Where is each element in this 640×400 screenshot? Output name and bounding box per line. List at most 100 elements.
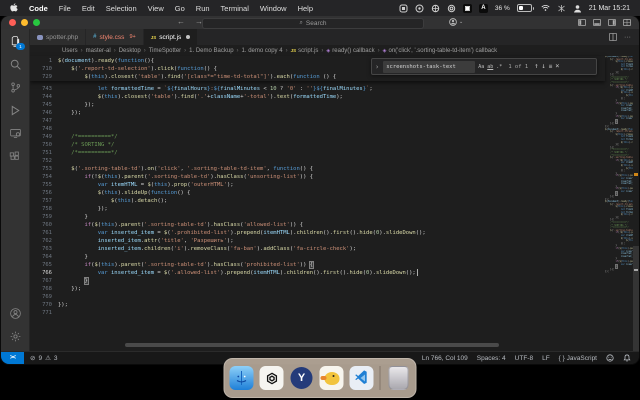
menu-terminal[interactable]: Terminal [221, 4, 249, 13]
menu-go[interactable]: Go [175, 4, 185, 13]
menu-run[interactable]: Run [196, 4, 210, 13]
menubar-app-icon-4[interactable] [447, 4, 456, 13]
extensions-icon[interactable] [8, 149, 22, 163]
indentation-setting[interactable]: Spaces: 4 [477, 355, 506, 362]
source-control-icon[interactable] [8, 80, 22, 94]
encoding-setting[interactable]: UTF-8 [515, 355, 533, 362]
menu-selection[interactable]: Selection [106, 4, 137, 13]
minimize-window-button[interactable] [21, 19, 28, 26]
nav-back-icon[interactable]: ← [177, 17, 185, 26]
account-button[interactable]: ⌄ [449, 18, 463, 26]
code-line-758[interactable]: 758 }); [30, 205, 599, 213]
code-line-744[interactable]: 744 $(this).closest('table').find('.'+cl… [30, 93, 599, 101]
code-line-764[interactable]: 764 } [30, 253, 599, 261]
code-line-769[interactable]: 769 [30, 293, 599, 301]
find-previous-icon[interactable]: ↑ [534, 63, 538, 70]
remote-indicator[interactable]: >< [1, 352, 24, 364]
yandex-dock-icon[interactable]: Y [290, 366, 314, 390]
input-source-icon[interactable]: A [478, 3, 488, 13]
code-line-753[interactable]: 753 $('.sorting-table-td').on('click', '… [30, 165, 599, 173]
modified-dot-icon[interactable] [186, 35, 191, 39]
code-line-755[interactable]: 755 var itemHTML = $(this).prop('outerHT… [30, 181, 599, 189]
code-line-745[interactable]: 745 }); [30, 101, 599, 109]
code-line-762[interactable]: 762 inserted_item.attr('title', 'Разреши… [30, 237, 599, 245]
feedback-icon[interactable] [606, 354, 614, 362]
tab-style-css[interactable]: # style.css 9+ [86, 29, 144, 45]
breadcrumb-item[interactable]: TimeSpotter [149, 48, 181, 54]
breadcrumb-item[interactable]: 1. Demo Backup [189, 48, 233, 54]
code-line-767[interactable]: 767 } [30, 277, 599, 285]
code-line-749[interactable]: 749 /*==========*/ [30, 133, 599, 141]
code-line-754[interactable]: 754 if(!$(this).parent('.sorting-table-t… [30, 173, 599, 181]
toggle-replace-icon[interactable]: › [375, 63, 379, 71]
run-debug-icon[interactable] [8, 103, 22, 117]
duck-app-dock-icon[interactable] [319, 366, 344, 390]
code-line-746[interactable]: 746 }); [30, 109, 599, 117]
code-line-763[interactable]: 763 inserted_item.children('i').removeCl… [30, 245, 599, 253]
find-next-icon[interactable]: ↓ [541, 63, 545, 70]
regex-icon[interactable]: .* [496, 64, 502, 70]
breadcrumb-item[interactable]: Desktop [119, 48, 141, 54]
code-line-751[interactable]: 751 /*==========*/ [30, 149, 599, 157]
close-window-button[interactable] [9, 19, 16, 26]
menu-window[interactable]: Window [260, 4, 287, 13]
code-line-768[interactable]: 768 }); [30, 285, 599, 293]
cursor-position[interactable]: Ln 766, Col 109 [422, 355, 468, 362]
menubar-clock[interactable]: 21 Mar 15:21 [589, 5, 630, 12]
vscode-dock-icon[interactable] [349, 366, 374, 390]
code-line-752[interactable]: 752 [30, 157, 599, 165]
problems-indicator[interactable]: ⊘ 9 ⚠ 3 [30, 354, 58, 363]
horizontal-scrollbar[interactable] [125, 343, 499, 347]
minimap[interactable]: $(document).ready(function(){ $('.report… [605, 56, 633, 352]
code-line-756[interactable]: 756 $(this).slideUp(function() { [30, 189, 599, 197]
breadcrumb-item[interactable]: Users [62, 48, 78, 54]
tab-script-js[interactable]: JS script.js [143, 29, 199, 45]
menubar-app-icon-3[interactable] [431, 4, 440, 13]
find-input[interactable] [383, 60, 476, 73]
menu-edit[interactable]: Edit [82, 4, 95, 13]
screen-rec-icon[interactable]: ▣ [462, 3, 472, 13]
remote-explorer-icon[interactable] [8, 126, 22, 140]
customize-layout-icon[interactable] [623, 19, 631, 26]
toggle-sidebar-icon[interactable] [578, 19, 586, 26]
code-line-771[interactable]: 771 [30, 309, 599, 317]
breadcrumb-item[interactable]: master-al [86, 48, 111, 54]
code-line-748[interactable]: 748 [30, 125, 599, 133]
trash-dock-icon[interactable] [388, 366, 409, 390]
code-line-750[interactable]: 750 /* SORTING */ [30, 141, 599, 149]
chatgpt-dock-icon[interactable] [259, 366, 284, 390]
menubar-app-icon-2[interactable] [415, 4, 424, 13]
command-center-search[interactable]: ⌕ Search [202, 18, 424, 29]
menubar-app-icon-1[interactable] [399, 4, 408, 13]
breadcrumb-item[interactable]: JS script.js [291, 48, 319, 54]
breadcrumb-item[interactable]: ◈ on('click', '.sorting-table-td-item') c… [383, 48, 497, 54]
code-line-743[interactable]: 743 let formattedTime = `${finalHours}:$… [30, 85, 599, 93]
language-mode[interactable]: { } JavaScript [559, 355, 597, 362]
code-line-759[interactable]: 759 } [30, 213, 599, 221]
settings-gear-icon[interactable] [8, 329, 22, 343]
eol-setting[interactable]: LF [542, 355, 550, 362]
code-line-765[interactable]: 765 if($(this).parent('.sorting-table-td… [30, 261, 599, 269]
code-editor[interactable]: 742 let finalMinutes = totalMinutes % 60… [30, 56, 639, 352]
search-view-icon[interactable] [8, 57, 22, 71]
wifi-icon[interactable] [541, 4, 550, 13]
menu-view[interactable]: View [148, 4, 164, 13]
code-line-770[interactable]: 770}); [30, 301, 599, 309]
split-editor-icon[interactable] [609, 33, 617, 41]
breadcrumb-item[interactable]: 1. demo copy 4 [242, 48, 283, 54]
match-case-icon[interactable]: Aa [478, 64, 484, 70]
toggle-secondary-sidebar-icon[interactable] [608, 19, 616, 26]
menu-code[interactable]: Code [29, 4, 48, 13]
menubar-extra-icon[interactable] [557, 4, 566, 13]
whole-word-icon[interactable]: ab [487, 64, 493, 70]
find-in-selection-icon[interactable]: ≡ [549, 63, 553, 70]
menu-file[interactable]: File [59, 4, 71, 13]
tab-spotter-php[interactable]: spotter.php [30, 29, 87, 45]
code-line-747[interactable]: 747 [30, 117, 599, 125]
menu-help[interactable]: Help [298, 4, 313, 13]
breadcrumb-item[interactable]: ◈ ready() callback [326, 48, 374, 54]
code-line-761[interactable]: 761 var inserted_item = $('.prohibited-l… [30, 229, 599, 237]
toggle-panel-icon[interactable] [593, 19, 601, 26]
maximize-window-button[interactable] [33, 19, 40, 26]
code-line-757[interactable]: 757 $(this).detach(); [30, 197, 599, 205]
